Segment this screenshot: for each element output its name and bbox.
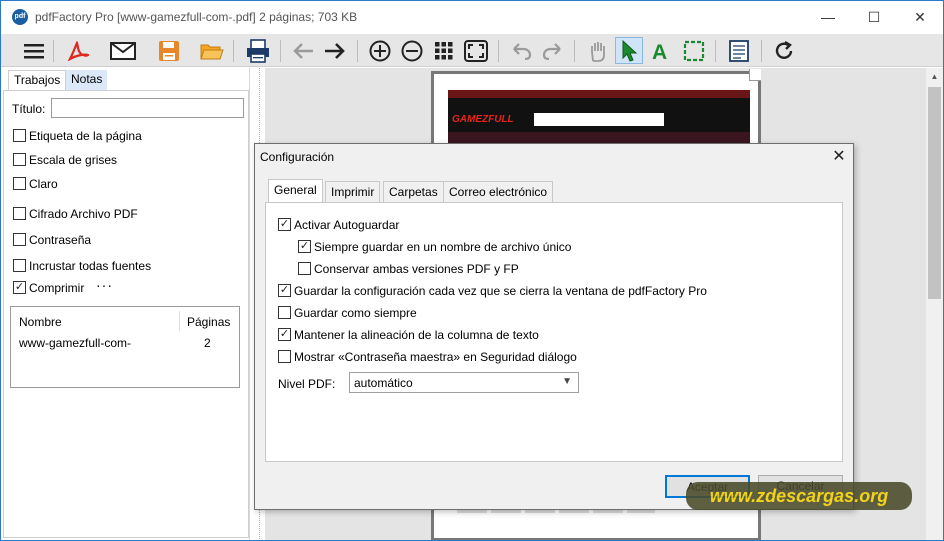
page-label-checkbox[interactable] bbox=[13, 129, 26, 142]
unique-name-label: Siempre guardar en un nombre de archivo … bbox=[314, 240, 572, 254]
print-icon[interactable] bbox=[244, 37, 272, 64]
tab-notas[interactable]: Notas bbox=[66, 70, 108, 90]
thumbnails-icon[interactable] bbox=[430, 37, 458, 64]
keep-both-checkbox[interactable] bbox=[298, 262, 311, 275]
title-bar: pdf pdfFactory Pro [www-gamezfull-com-.p… bbox=[1, 1, 943, 34]
redo-icon[interactable] bbox=[538, 37, 566, 64]
close-window-button[interactable]: ✕ bbox=[897, 1, 943, 33]
embed-fonts-checkbox[interactable] bbox=[13, 259, 26, 272]
save-config-checkbox[interactable]: ✓ bbox=[278, 284, 291, 297]
tab-correo[interactable]: Correo electrónico bbox=[443, 181, 554, 203]
save-as-always-label: Guardar como siempre bbox=[294, 306, 417, 320]
column-header-pages: Páginas bbox=[187, 315, 231, 329]
keep-both-label: Conservar ambas versiones PDF y FP bbox=[314, 262, 519, 276]
password-checkbox[interactable] bbox=[13, 233, 26, 246]
chevron-down-icon: ▼ bbox=[562, 376, 572, 387]
autosave-checkbox[interactable]: ✓ bbox=[278, 218, 291, 231]
general-settings-panel: ✓ Activar Autoguardar ✓ Siempre guardar … bbox=[265, 202, 843, 462]
tab-general[interactable]: General bbox=[268, 179, 323, 203]
pdf-level-value: automático bbox=[354, 376, 413, 390]
page-screenshot-image: GAMEZFULL bbox=[448, 90, 750, 150]
save-icon[interactable] bbox=[155, 37, 183, 64]
window-title: pdfFactory Pro [www-gamezfull-com-.pdf] … bbox=[35, 10, 358, 24]
column-align-label: Mantener la alineación de la columna de … bbox=[294, 328, 539, 342]
pdf-level-select[interactable]: automático ▼ bbox=[349, 372, 579, 393]
zoom-in-icon[interactable] bbox=[366, 37, 394, 64]
compress-checkbox[interactable]: ✓ bbox=[13, 281, 26, 294]
column-header-name: Nombre bbox=[19, 315, 62, 329]
master-password-checkbox[interactable] bbox=[278, 350, 291, 363]
pdf-icon[interactable] bbox=[64, 37, 92, 64]
app-logo-icon: pdf bbox=[12, 9, 28, 25]
refresh-icon[interactable] bbox=[770, 37, 798, 64]
back-arrow-icon[interactable] bbox=[289, 37, 317, 64]
select-arrow-icon[interactable] bbox=[615, 37, 643, 64]
grayscale-checkbox[interactable] bbox=[13, 153, 26, 166]
forward-arrow-icon[interactable] bbox=[321, 37, 349, 64]
password-text: Contraseña bbox=[29, 233, 92, 247]
tab-carpetas[interactable]: Carpetas bbox=[383, 181, 444, 203]
pdf-level-label: Nivel PDF: bbox=[278, 377, 336, 391]
open-folder-icon[interactable] bbox=[198, 37, 226, 64]
compress-options-button[interactable]: ··· bbox=[96, 277, 113, 293]
save-as-always-checkbox[interactable] bbox=[278, 306, 291, 319]
undo-icon[interactable] bbox=[508, 37, 536, 64]
select-area-icon[interactable] bbox=[680, 37, 708, 64]
tab-imprimir[interactable]: Imprimir bbox=[325, 181, 381, 203]
text-tool-icon[interactable]: A bbox=[647, 37, 675, 64]
title-label: Título: bbox=[12, 102, 46, 116]
save-config-label: Guardar la configuración cada vez que se… bbox=[294, 284, 707, 298]
dialog-title: Configuración bbox=[260, 150, 335, 164]
title-field[interactable] bbox=[51, 98, 244, 118]
page-corner-icon bbox=[749, 69, 761, 81]
toolbar: A bbox=[1, 34, 943, 67]
encrypt-text: Cifrado Archivo PDF bbox=[29, 207, 138, 221]
notes-icon[interactable] bbox=[725, 37, 753, 64]
table-row-name[interactable]: www-gamezfull-com- bbox=[19, 336, 131, 350]
zoom-out-icon[interactable] bbox=[398, 37, 426, 64]
watermark-logo: www.zdescargas.org bbox=[686, 482, 912, 510]
encrypt-checkbox[interactable] bbox=[13, 207, 26, 220]
embed-fonts-text: Incrustar todas fuentes bbox=[29, 259, 152, 273]
site-logo: GAMEZFULL bbox=[452, 114, 514, 125]
maximize-button[interactable]: ☐ bbox=[851, 1, 897, 33]
fit-page-icon[interactable] bbox=[462, 37, 490, 64]
page-label-text: Etiqueta de la página bbox=[29, 129, 142, 143]
minimize-button[interactable]: — bbox=[805, 1, 851, 33]
jobs-table: Nombre Páginas www-gamezfull-com- 2 bbox=[10, 306, 240, 388]
light-text: Claro bbox=[29, 177, 58, 191]
menu-icon[interactable] bbox=[20, 37, 48, 64]
jobs-panel: Trabajos Notas Título: Etiqueta de la pá… bbox=[1, 68, 250, 540]
dialog-close-button[interactable]: ✕ bbox=[827, 146, 851, 168]
app-window: pdf pdfFactory Pro [www-gamezfull-com-.p… bbox=[0, 0, 944, 541]
scroll-thumb[interactable] bbox=[928, 87, 941, 299]
email-icon[interactable] bbox=[109, 37, 137, 64]
master-password-label: Mostrar «Contraseña maestra» en Segurida… bbox=[294, 350, 577, 364]
table-row-pages[interactable]: 2 bbox=[204, 336, 211, 350]
tab-trabajos[interactable]: Trabajos bbox=[8, 70, 67, 90]
svg-text:A: A bbox=[652, 41, 667, 61]
configuration-dialog: Configuración ✕ General Imprimir Carpeta… bbox=[254, 143, 854, 510]
autosave-label: Activar Autoguardar bbox=[294, 218, 400, 232]
grayscale-text: Escala de grises bbox=[29, 153, 118, 167]
scroll-up-icon[interactable]: ▲ bbox=[926, 68, 943, 85]
light-checkbox[interactable] bbox=[13, 177, 26, 190]
compress-text: Comprimir bbox=[29, 281, 85, 295]
column-align-checkbox[interactable]: ✓ bbox=[278, 328, 291, 341]
hand-tool-icon[interactable] bbox=[584, 37, 612, 64]
unique-name-checkbox[interactable]: ✓ bbox=[298, 240, 311, 253]
